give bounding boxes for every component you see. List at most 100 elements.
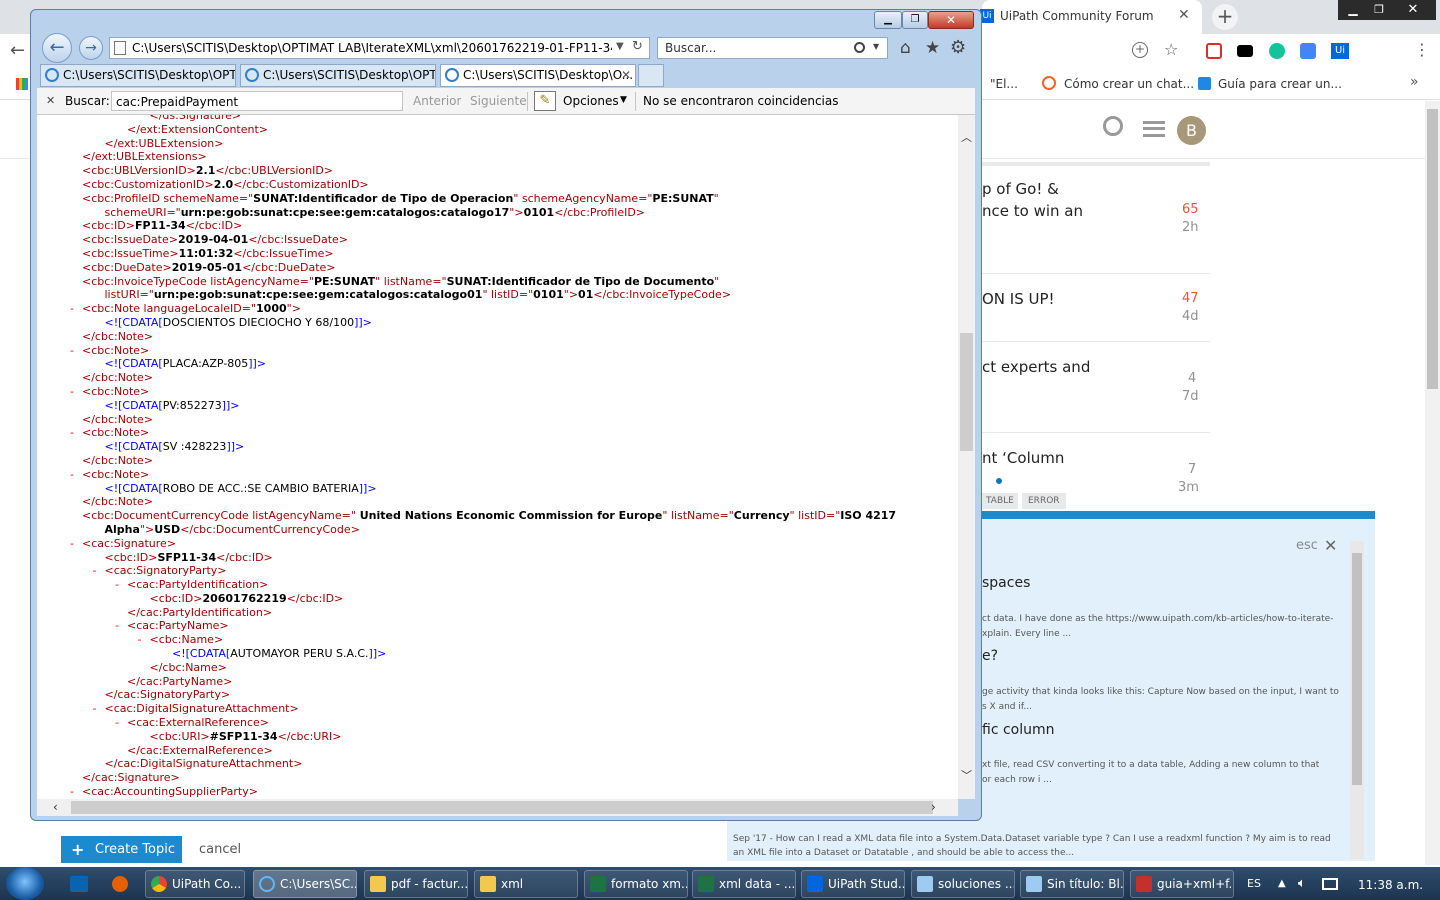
cancel-link[interactable]: cancel [199,842,241,857]
collapse-toggle-icon[interactable]: - [70,426,74,440]
network-icon[interactable] [1322,878,1338,890]
xml-line[interactable]: - <cac:ExternalReference> [37,716,958,730]
page-scrollbar[interactable] [1425,101,1440,865]
ie-minimize-button[interactable]: ▁ [874,11,902,29]
taskbar-item-pdf-folder[interactable]: pdf - factur... [364,870,468,898]
back-arrow-icon[interactable]: ← [10,40,25,61]
apps-icon[interactable] [16,78,28,90]
xml-line[interactable]: - <cbc:Note> [37,385,958,399]
chrome-maximize-icon[interactable]: ❐ [1368,0,1390,20]
extension-icon-1[interactable] [1206,43,1222,59]
topic-tag[interactable]: ERROR [1022,493,1066,509]
hamburger-menu-icon[interactable] [1143,121,1165,137]
collapse-toggle-icon[interactable]: - [70,785,74,799]
xml-horizontal-scrollbar[interactable]: ‹ › [37,799,958,816]
taskbar-item-xml-folder[interactable]: xml [474,870,578,898]
ie-tab[interactable]: C:\Users\SCITIS\Desktop\OPTI... [240,64,436,87]
xml-line[interactable]: - <cbc:Name> [37,633,958,647]
taskbar-item-notepad-2[interactable]: Sin título: Bl... [1020,870,1124,898]
ie-search-box[interactable]: Buscar... ▼ [657,37,888,59]
taskbar-item-notepad-1[interactable]: soluciones ... [911,870,1015,898]
create-topic-button[interactable]: + Create Topic [61,836,182,863]
scroll-down-icon[interactable]: ﹀ [961,767,972,783]
xml-vertical-scrollbar-thumb[interactable] [960,333,973,451]
ie-back-button[interactable]: ← [42,33,72,63]
bookmark-star-icon[interactable]: ☆ [1164,40,1178,59]
collapse-toggle-icon[interactable]: - [70,344,74,358]
search-result-title[interactable]: spaces [982,575,1030,591]
collapse-toggle-icon[interactable]: - [70,468,74,482]
close-tab-icon[interactable]: ✕ [1178,7,1190,23]
taskbar-item-chrome[interactable]: UiPath Co... [145,870,245,898]
close-tab-icon[interactable]: ✕ [621,65,631,86]
ie-tab[interactable]: C:\Users\SCITIS\Desktop\OPTI... [40,64,236,87]
page-scrollbar-thumb[interactable] [1427,109,1438,389]
bookmark-3[interactable]: Guía para crear un... [1218,77,1342,91]
language-indicator[interactable]: ES [1247,877,1261,890]
topic-row[interactable]: ON IS UP! 47 4d [982,275,1210,342]
xml-line[interactable]: - <cac:AccountingSupplierParty> [37,785,958,799]
chrome-menu-icon[interactable]: ⋮ [1414,40,1430,59]
scroll-up-icon[interactable]: ︿ [961,129,972,145]
xml-vertical-scrollbar[interactable]: ︿ ﹀ [958,115,975,799]
home-icon[interactable]: ⌂ [900,38,911,58]
scroll-right-icon[interactable]: › [931,800,936,814]
xml-document-view[interactable]: </ds:Signature> </ext:ExtensionContent> </… [37,115,958,799]
chrome-close-icon[interactable]: ✕ [1390,0,1436,20]
forum-search-icon[interactable] [1103,116,1123,136]
collapse-toggle-icon[interactable]: - [93,564,97,578]
bookmark-1[interactable]: "El... [990,77,1018,91]
taskbar-item-excel-1[interactable]: formato xm... [584,870,688,898]
collapse-toggle-icon[interactable]: - [115,619,119,633]
grammarly-icon[interactable] [1269,43,1285,59]
bookmark-2[interactable]: Cómo crear un chat... [1064,77,1194,91]
chrome-active-tab[interactable]: Ui UiPath Community Forum ✕ [980,0,1202,34]
xml-line[interactable]: - <cbc:Note> [37,344,958,358]
topic-row[interactable]: p of Go! & nce to win an 65 2h [982,166,1210,274]
xml-line[interactable]: - <cac:PartyName> [37,619,958,633]
chrome-minimize-icon[interactable]: ▁ [1338,0,1368,20]
xml-line[interactable]: - <cac:SignatoryParty> [37,564,958,578]
xml-line[interactable]: - <cbc:Note> [37,426,958,440]
refresh-icon[interactable]: ↻ [632,39,643,54]
xml-horizontal-scrollbar-thumb[interactable] [71,801,933,814]
find-previous-button[interactable]: Anterior [413,94,461,108]
search-panel-scrollbar[interactable] [1350,541,1364,859]
ie-address-bar[interactable]: C:\Users\SCITIS\Desktop\OPTIMAT LAB\Iter… [109,37,650,59]
more-bookmarks-icon[interactable]: » [1410,74,1419,90]
add-extension-icon[interactable]: + [1132,42,1148,58]
ie-maximize-button[interactable]: ❐ [902,11,928,29]
taskbar-item-excel-2[interactable]: xml data - ... [692,870,796,898]
address-dropdown-icon[interactable]: ▼ [616,41,624,52]
collapse-toggle-icon[interactable]: - [138,633,142,647]
find-next-button[interactable]: Siguiente [470,94,527,108]
topic-title-line-2[interactable]: nce to win an [982,202,1083,220]
topic-row[interactable]: ct experts and 4 7d [982,343,1210,433]
options-dropdown-icon[interactable]: ▼ [620,95,627,105]
topic-tag[interactable]: TABLE [982,493,1018,509]
ie-close-button[interactable]: ✕ [928,11,974,29]
find-options-button[interactable]: Opciones [563,94,619,108]
user-avatar[interactable]: B [1177,116,1206,145]
collapse-toggle-icon[interactable]: - [93,702,97,716]
topic-row[interactable]: nt ‘Column 7 3m TABLE ERROR [982,434,1210,510]
xml-line[interactable]: - <cbc:Note> [37,468,958,482]
topic-title[interactable]: p of Go! & [982,180,1059,198]
start-button[interactable] [6,867,44,900]
clock[interactable]: 11:38 a.m. [1358,878,1423,892]
collapse-toggle-icon[interactable]: - [70,302,74,316]
uipath-extension-icon[interactable]: Ui [1331,43,1349,59]
ie-new-tab-button[interactable] [638,64,664,87]
search-result-title[interactable]: e? [982,648,998,664]
xml-line[interactable]: - <cbc:Note languageLocaleID="1000"> [37,302,958,316]
find-input[interactable]: cac:PrepaidPayment [111,91,403,111]
ie-search-icon[interactable] [854,42,865,53]
settings-gear-icon[interactable]: ⚙ [950,37,966,58]
taskbar-item-uipath-studio[interactable]: UiPath Stud... [801,870,905,898]
ie-forward-button[interactable]: → [79,36,103,60]
topic-title[interactable]: ct experts and [982,358,1090,376]
close-search-icon[interactable]: ✕ [1324,536,1337,555]
topic-title[interactable]: ON IS UP! [982,290,1055,308]
xml-line[interactable]: - <cac:DigitalSignatureAttachment> [37,702,958,716]
close-find-icon[interactable]: ✕ [46,94,55,107]
